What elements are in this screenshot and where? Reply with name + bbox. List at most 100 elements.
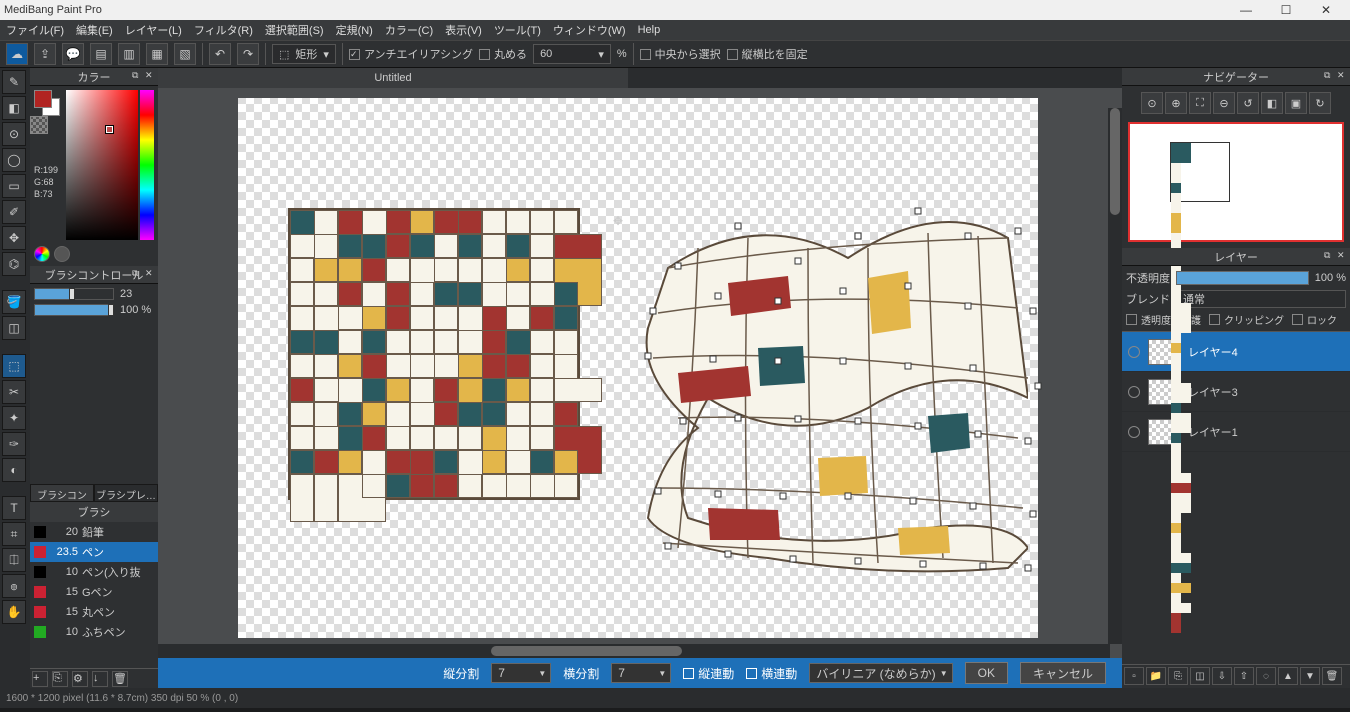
bucket-tool[interactable]: 🪣	[2, 290, 26, 314]
flip-icon[interactable]: ▣	[1285, 92, 1307, 114]
antialias-checkbox[interactable]: アンチエイリアシング	[349, 46, 473, 62]
menu-item[interactable]: 定規(N)	[336, 22, 373, 38]
mesh-handle[interactable]	[1015, 228, 1022, 235]
fit-screen-icon[interactable]: ⛶	[1189, 92, 1211, 114]
gradient-tool[interactable]: ◫	[2, 316, 26, 340]
vlink-checkbox[interactable]: 縦連動	[683, 665, 734, 682]
panel-popout-icon[interactable]: ⧉	[1324, 250, 1335, 261]
panel-close-icon[interactable]: ✕	[1337, 250, 1348, 261]
mesh-handle[interactable]	[910, 498, 917, 505]
grid-icon[interactable]: ▦	[146, 43, 168, 65]
menu-item[interactable]: 編集(E)	[76, 22, 113, 38]
wheel-picker-icon[interactable]	[34, 246, 50, 262]
mesh-handle[interactable]	[780, 493, 787, 500]
rotate-left-icon[interactable]: ↺	[1237, 92, 1259, 114]
split-tool[interactable]: ⎅	[2, 548, 26, 572]
mesh-handle[interactable]	[840, 288, 847, 295]
wand-tool[interactable]: ✦	[2, 406, 26, 430]
mesh-handle[interactable]	[965, 303, 972, 310]
visibility-toggle[interactable]	[1128, 426, 1140, 438]
layer-item[interactable]: レイヤー1	[1122, 412, 1350, 452]
undo-button[interactable]: ↶	[209, 43, 231, 65]
mesh-grid-overlay[interactable]	[618, 156, 1018, 576]
eraser-tool[interactable]: ◧	[2, 96, 26, 120]
mesh-handle[interactable]	[715, 293, 722, 300]
mesh-handle[interactable]	[1030, 308, 1037, 315]
menu-item[interactable]: ツール(T)	[494, 22, 541, 38]
layer-up-icon[interactable]: ▲	[1278, 667, 1298, 685]
brush-settings-icon[interactable]: ⚙	[72, 671, 88, 687]
mesh-handle[interactable]	[650, 308, 657, 315]
rotate-reset-icon[interactable]: ◧	[1261, 92, 1283, 114]
panel-close-icon[interactable]: ✕	[1337, 70, 1348, 81]
menu-item[interactable]: 選択範囲(S)	[265, 22, 324, 38]
brush-row[interactable]: 15丸ペン	[30, 602, 158, 622]
mesh-handle[interactable]	[970, 365, 977, 372]
mesh-handle[interactable]	[1035, 383, 1042, 390]
mesh-handle[interactable]	[905, 363, 912, 370]
delete-brush-icon[interactable]: 🗑	[112, 671, 128, 687]
scrollbar-horizontal[interactable]	[158, 644, 1110, 658]
hand-tool[interactable]: ✋	[2, 600, 26, 624]
settings-icon[interactable]: ▧	[174, 43, 196, 65]
mesh-handle[interactable]	[915, 208, 922, 215]
mesh-handle[interactable]	[735, 415, 742, 422]
mask-layer-icon[interactable]: ◫	[1190, 667, 1210, 685]
duplicate-layer-icon[interactable]: ⎘	[1168, 667, 1188, 685]
maximize-button[interactable]: ☐	[1266, 3, 1306, 17]
hdiv-dropdown[interactable]: 7	[611, 663, 671, 683]
mesh-handle[interactable]	[915, 423, 922, 430]
interpolation-dropdown[interactable]: バイリニア (なめらか)	[809, 663, 952, 683]
palette-picker-icon[interactable]	[54, 246, 70, 262]
round-checkbox[interactable]: 丸める	[479, 46, 527, 62]
transform-tool[interactable]: ⌗	[2, 522, 26, 546]
mesh-handle[interactable]	[715, 491, 722, 498]
copy-brush-icon[interactable]: ⎘	[52, 671, 68, 687]
ok-button[interactable]: OK	[965, 662, 1008, 684]
pen-select-tool[interactable]: ✑	[2, 432, 26, 456]
brush-size-slider[interactable]	[34, 288, 114, 300]
fg-swatch[interactable]	[34, 90, 52, 108]
brush-row[interactable]: 23.5ペン	[30, 542, 158, 562]
mesh-handle[interactable]	[795, 416, 802, 423]
merge-down-icon[interactable]: ⇩	[1212, 667, 1232, 685]
brush-row[interactable]: 15Gペン	[30, 582, 158, 602]
new-folder-icon[interactable]: 📁	[1146, 667, 1166, 685]
mesh-handle[interactable]	[775, 298, 782, 305]
delete-layer-icon[interactable]: 🗑	[1322, 667, 1342, 685]
visibility-toggle[interactable]	[1128, 386, 1140, 398]
mesh-handle[interactable]	[710, 356, 717, 363]
visibility-toggle[interactable]	[1128, 346, 1140, 358]
page-icon[interactable]: ▤	[90, 43, 112, 65]
center-checkbox[interactable]: 中央から選択	[640, 46, 721, 62]
canvas[interactable]: ✥	[238, 98, 1038, 638]
mesh-handle[interactable]	[855, 233, 862, 240]
menu-item[interactable]: レイヤー(L)	[125, 22, 182, 38]
menu-item[interactable]: ファイル(F)	[6, 22, 64, 38]
brush-row[interactable]: 20鉛筆	[30, 522, 158, 542]
layer-item[interactable]: レイヤー4	[1122, 332, 1350, 372]
rect-tool[interactable]: ▭	[2, 174, 26, 198]
menu-item[interactable]: フィルタ(R)	[194, 22, 253, 38]
layer-opacity-slider[interactable]	[1176, 271, 1309, 285]
scrollbar-vertical[interactable]	[1108, 108, 1122, 644]
move-tool[interactable]: ✥	[2, 226, 26, 250]
zoom-in-icon[interactable]: ⊕	[1165, 92, 1187, 114]
mesh-handle[interactable]	[975, 431, 982, 438]
mesh-handle[interactable]	[655, 488, 662, 495]
vdiv-dropdown[interactable]: 7	[491, 663, 551, 683]
lock-checkbox[interactable]: ロック	[1292, 312, 1337, 327]
sv-picker[interactable]	[66, 90, 138, 240]
panel-popout-icon[interactable]: ⧉	[132, 268, 143, 279]
mesh-handle[interactable]	[790, 556, 797, 563]
mesh-handle[interactable]	[845, 493, 852, 500]
stamp-tool[interactable]: ⌬	[2, 252, 26, 276]
selection-shape-dropdown[interactable]: ⬚ 矩形 ▾	[272, 44, 336, 64]
mesh-handle[interactable]	[735, 223, 742, 230]
brush-download-icon[interactable]: ↓	[92, 671, 108, 687]
mesh-handle[interactable]	[840, 358, 847, 365]
mesh-handle[interactable]	[980, 563, 987, 570]
tab-brush-preset[interactable]: ブラシプレ…	[94, 484, 158, 502]
layer-item[interactable]: レイヤー3	[1122, 372, 1350, 412]
mesh-handle[interactable]	[665, 543, 672, 550]
